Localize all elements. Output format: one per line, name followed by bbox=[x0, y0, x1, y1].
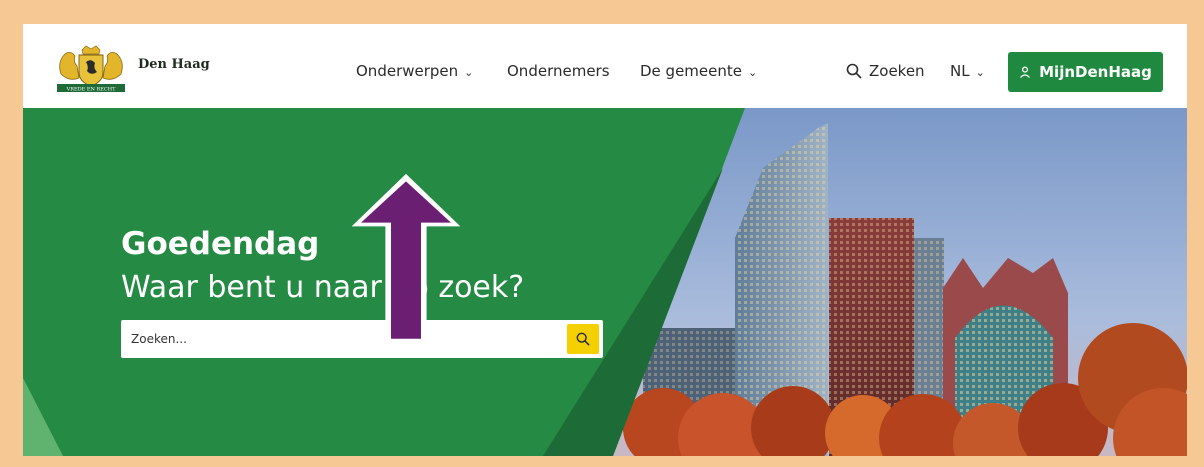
site-header: VREDE EN RECHT Den Haag Onderwerpen ⌄ Ond… bbox=[23, 24, 1187, 108]
up-arrow-annotation bbox=[351, 173, 461, 346]
page-frame: VREDE EN RECHT Den Haag Onderwerpen ⌄ Ond… bbox=[23, 24, 1187, 456]
nav-ondernemers-label: Ondernemers bbox=[507, 62, 610, 80]
search-link[interactable]: Zoeken bbox=[846, 62, 925, 80]
nav-de-gemeente[interactable]: De gemeente ⌄ bbox=[640, 62, 757, 80]
language-selector[interactable]: NL ⌄ bbox=[950, 62, 985, 80]
search-icon bbox=[576, 332, 590, 346]
nav-onderwerpen-label: Onderwerpen bbox=[356, 62, 459, 80]
chevron-down-icon: ⌄ bbox=[975, 66, 985, 79]
user-icon bbox=[1020, 66, 1031, 78]
chevron-down-icon: ⌄ bbox=[747, 66, 758, 79]
hero-greeting: Goedendag bbox=[121, 226, 320, 262]
den-haag-logo[interactable]: VREDE EN RECHT bbox=[55, 44, 127, 94]
mijndenhaag-button[interactable]: MijnDenHaag bbox=[1008, 52, 1163, 92]
brand-name[interactable]: Den Haag bbox=[138, 57, 210, 72]
logo-banner-text: VREDE EN RECHT bbox=[66, 86, 116, 92]
nav-onderwerpen[interactable]: Onderwerpen ⌄ bbox=[356, 62, 473, 80]
nav-ondernemers[interactable]: Ondernemers bbox=[507, 62, 610, 80]
nav-de-gemeente-label: De gemeente bbox=[640, 62, 742, 80]
chevron-down-icon: ⌄ bbox=[464, 66, 474, 79]
search-submit-button[interactable] bbox=[567, 324, 599, 354]
language-label: NL bbox=[950, 62, 970, 80]
mijndenhaag-label: MijnDenHaag bbox=[1039, 63, 1152, 81]
hero-banner: Goedendag Waar bent u naar op zoek? bbox=[23, 108, 1187, 456]
search-icon bbox=[846, 63, 862, 79]
search-link-label: Zoeken bbox=[869, 62, 925, 80]
